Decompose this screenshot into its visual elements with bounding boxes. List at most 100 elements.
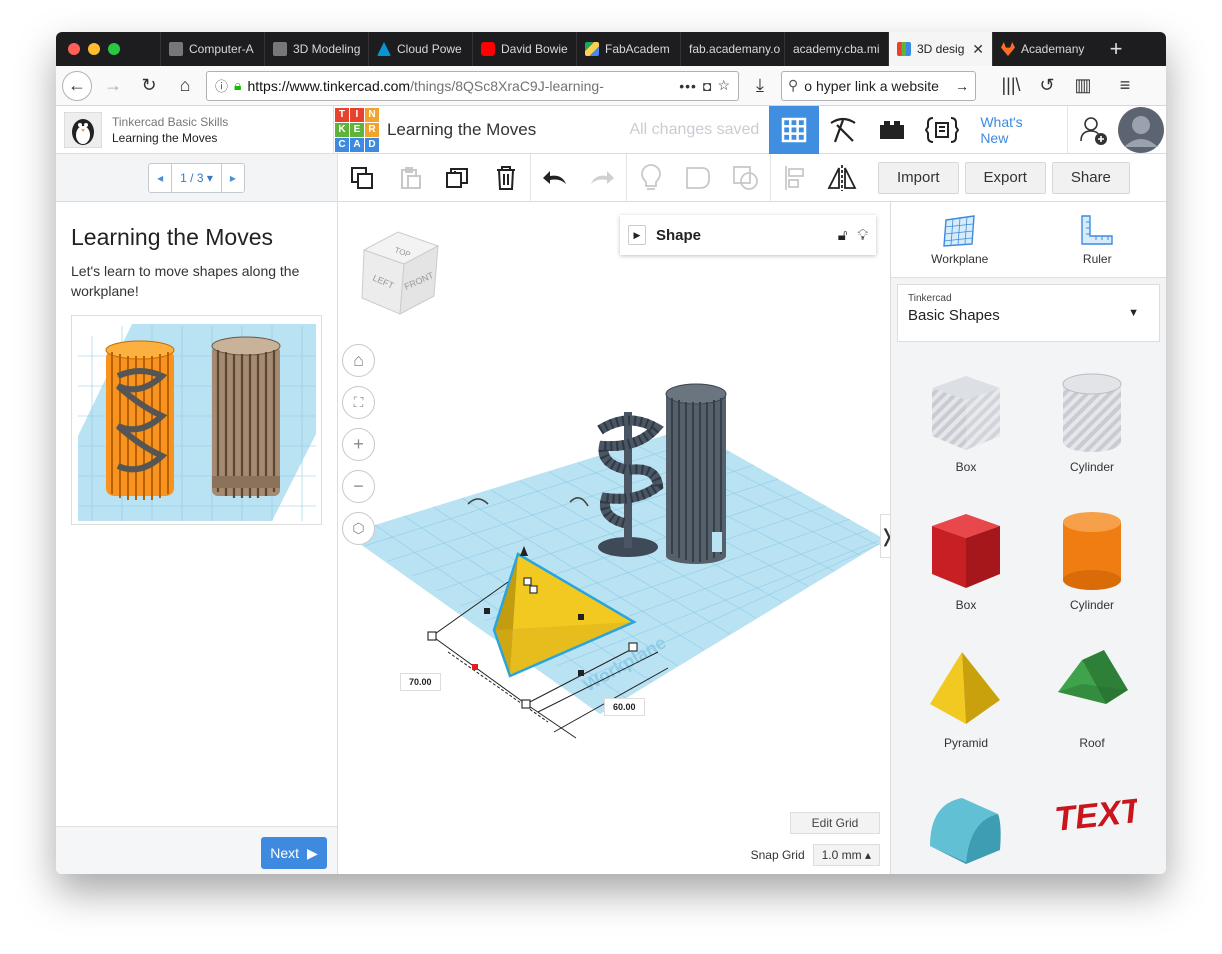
mirror-icon (827, 164, 857, 191)
shape-roof[interactable]: Roof (1029, 632, 1155, 770)
workplane-canvas[interactable]: Workplane TOP LEFT FRONT ⌂ ⛶ + − ⬡ ▶ Sha… (338, 202, 895, 874)
browser-tab[interactable]: fab.academany.o (680, 32, 784, 66)
mirror-button[interactable] (818, 154, 866, 202)
address-bar[interactable]: ⓘ 🔒︎ https://www.tinkercad.com/things/8Q… (206, 70, 739, 101)
library-brand: Tinkercad (908, 293, 952, 304)
paste-button[interactable] (386, 154, 434, 202)
history-icon[interactable]: ↺ (1032, 71, 1062, 101)
lesson-image (71, 315, 322, 525)
close-tab-icon[interactable]: ✕ (972, 41, 984, 58)
step-select[interactable]: 1 / 3 ▾ (171, 163, 222, 192)
expand-caret-icon[interactable]: ▶ (628, 225, 646, 245)
tinkercad-icon (897, 42, 911, 56)
menu-icon[interactable]: ≡ (1110, 71, 1140, 101)
shape-cylinder-hole[interactable]: Cylinder (1029, 356, 1155, 494)
maximize-window-button[interactable] (108, 43, 120, 55)
projection-button[interactable]: ⬡ (342, 512, 375, 545)
browser-tab[interactable]: Computer-A (160, 32, 264, 66)
browser-tab[interactable]: Academany (992, 32, 1096, 66)
info-icon[interactable]: ⓘ (215, 76, 228, 95)
lesson-footer: Next ▶ (56, 826, 337, 874)
library-icon[interactable]: |||\ (996, 71, 1026, 101)
browser-tab[interactable]: Cloud Powe (368, 32, 472, 66)
group-button[interactable] (674, 154, 722, 202)
user-avatar[interactable] (1117, 106, 1166, 154)
next-button[interactable]: Next ▶ (261, 837, 327, 869)
browser-tab[interactable]: David Bowie (472, 32, 576, 66)
ungroup-button[interactable] (722, 154, 770, 202)
sidebar-icon[interactable]: ▥ (1068, 71, 1098, 101)
shape-box[interactable]: Box (903, 494, 1029, 632)
view-cube[interactable]: TOP LEFT FRONT (361, 231, 440, 315)
browser-tab-active[interactable]: 3D desig ✕ (888, 32, 992, 66)
reload-button[interactable]: ↻ (134, 71, 164, 101)
shape-text[interactable]: TEXT (1029, 770, 1155, 874)
redo-button[interactable] (578, 154, 626, 202)
brick-icon (880, 120, 905, 139)
autodesk-icon (377, 42, 391, 56)
back-button[interactable]: ← (62, 70, 92, 101)
shape-inspector-panel[interactable]: ▶ Shape 🔓︎ 💡︎ (620, 215, 876, 255)
shape-library-select[interactable]: Tinkercad Basic Shapes ▼ (897, 284, 1160, 342)
browser-tab[interactable]: academy.cba.mi (784, 32, 888, 66)
workplane-tool[interactable]: Workplane (891, 202, 1029, 277)
whats-new-link[interactable]: What's New (966, 114, 1067, 146)
logo-letter: C (334, 137, 349, 152)
bookmark-star-icon[interactable]: ☆ (717, 77, 730, 94)
import-button[interactable]: Import (878, 161, 959, 194)
search-go-icon[interactable]: → (955, 78, 969, 94)
browser-tab[interactable]: FabAcadem (576, 32, 680, 66)
lightbulb-icon[interactable]: 💡︎ (857, 227, 868, 244)
tinkercad-logo[interactable]: T I N K E R C A D (334, 107, 379, 152)
download-icon[interactable]: ⤓ (745, 71, 775, 101)
bricks-view-button[interactable] (819, 106, 868, 154)
codeblocks-view-button[interactable] (917, 106, 966, 154)
ruler-tool[interactable]: Ruler (1029, 202, 1167, 277)
prev-step-button[interactable]: ◂ (149, 164, 171, 192)
lesson-heading: Learning the Moves (71, 224, 274, 250)
search-bar[interactable]: ⚲ o hyper link a website → (781, 70, 976, 101)
shape-label: Cylinder (1069, 598, 1114, 612)
blocks-view-button[interactable] (868, 106, 917, 154)
lesson-panel: Learning the Moves Let's learn to move s… (56, 202, 338, 874)
shape-round-roof[interactable] (903, 770, 1029, 874)
zoom-out-button[interactable]: − (342, 470, 375, 503)
unlock-icon[interactable]: 🔓︎ (838, 227, 848, 244)
copy-button[interactable] (338, 154, 386, 202)
snap-grid-select[interactable]: 1.0 mm ▴ (812, 844, 880, 866)
export-button[interactable]: Export (964, 161, 1046, 194)
slotted-tower-model[interactable] (665, 383, 727, 564)
minimize-window-button[interactable] (88, 43, 100, 55)
undo-button[interactable] (530, 153, 578, 202)
design-title[interactable]: Learning the Moves (387, 120, 612, 140)
length-dimension-input[interactable]: 70.00 (400, 673, 441, 691)
page-actions-icon[interactable]: ••• (679, 78, 697, 94)
home-view-button[interactable]: ⌂ (342, 344, 375, 377)
delete-button[interactable] (482, 154, 530, 202)
width-dimension-input[interactable]: 60.00 (604, 698, 645, 716)
shape-cylinder[interactable]: Cylinder (1029, 494, 1155, 632)
scene-view[interactable]: Workplane TOP LEFT FRONT (338, 202, 890, 874)
home-button[interactable]: ⌂ (170, 71, 200, 101)
pocket-icon[interactable]: ◘ (703, 78, 711, 94)
next-step-button[interactable]: ▸ (222, 164, 244, 192)
close-window-button[interactable] (68, 43, 80, 55)
fit-view-button[interactable]: ⛶ (342, 386, 375, 419)
logo-letter: R (364, 122, 379, 137)
duplicate-button[interactable] (434, 154, 482, 202)
shape-box-hole[interactable]: Box (903, 356, 1029, 494)
new-tab-button[interactable]: + (1096, 36, 1136, 62)
shape-pyramid[interactable]: Pyramid (903, 632, 1029, 770)
toggle-light-button[interactable] (626, 153, 674, 202)
add-user-button[interactable] (1067, 105, 1116, 154)
zoom-in-button[interactable]: + (342, 428, 375, 461)
step-label: 1 / 3 (180, 170, 204, 185)
browser-tab[interactable]: 3D Modeling (264, 32, 368, 66)
forward-button[interactable]: → (98, 71, 128, 101)
share-button[interactable]: Share (1051, 161, 1130, 194)
edit-grid-button[interactable]: Edit Grid (790, 812, 880, 834)
align-button[interactable] (770, 153, 818, 202)
design-view-button[interactable] (769, 105, 819, 154)
library-name: Basic Shapes (908, 307, 1000, 324)
import-label: Import (897, 169, 940, 186)
